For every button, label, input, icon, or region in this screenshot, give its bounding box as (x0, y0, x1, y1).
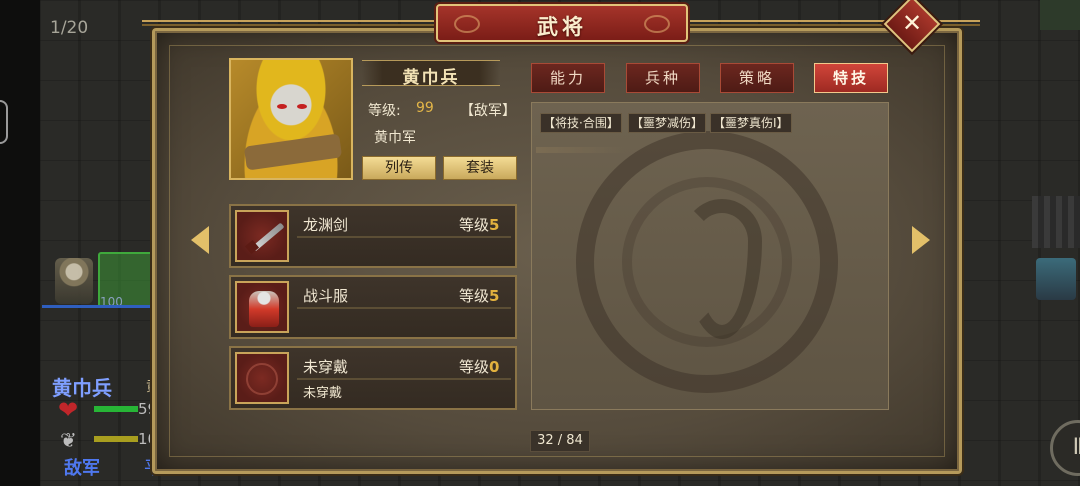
tab-strategy[interactable]: 策略 (720, 63, 794, 93)
equipment-level: 等级5 (459, 216, 500, 234)
equipment-name: 未穿戴 (303, 358, 349, 376)
level-label: 等级: (368, 103, 401, 119)
heart-icon: ❤ (58, 396, 79, 424)
skill-tag[interactable]: 【噩梦真伤Ⅰ】 (710, 113, 792, 133)
game-screen: 1/20 100 黄巾兵 黄巾 ❤ 590 ❦ 103 敌军 平 Ⅱ 武将 ✕ … (0, 0, 1080, 486)
general-portrait (229, 58, 353, 180)
side-label: 敌军 (64, 458, 100, 479)
equipment-level: 等级0 (459, 358, 500, 376)
tab-ability[interactable]: 能力 (531, 63, 605, 93)
unit-hp-bar (42, 305, 160, 308)
suit-button[interactable]: 套装 (443, 156, 517, 180)
equipment-slot-weapon[interactable]: 龙渊剑 等级5 (229, 204, 517, 268)
armor-icon (235, 281, 289, 333)
general-name-plate: 黄巾兵 (362, 60, 500, 88)
wall-decor (1032, 196, 1080, 248)
general-name: 黄巾兵 (402, 68, 460, 88)
equipment-status: 未穿戴 (303, 386, 343, 401)
unit-sprite[interactable] (55, 258, 93, 304)
equipment-slot-accessory[interactable]: 未穿戴 等级0 未穿戴 (229, 346, 517, 410)
hp-bar (94, 406, 138, 412)
equipment-level: 等级5 (459, 287, 500, 305)
equipment-slot-armor[interactable]: 战斗服 等级5 (229, 275, 517, 339)
skill-tag[interactable]: 【将技·合围】 (540, 113, 622, 133)
empty-slot-icon (235, 352, 289, 404)
feather-icon: ❦ (60, 428, 77, 452)
equipment-name: 龙渊剑 (303, 216, 349, 234)
skill-content-panel: 【将技·合围】 【噩梦减伤】 【噩梦真伤Ⅰ】 (531, 102, 889, 410)
dialog-title-plate: 武将 (436, 4, 688, 42)
level-value: 99 (416, 100, 434, 116)
tab-troop-type[interactable]: 兵种 (626, 63, 700, 93)
faction-label: 黄巾军 (374, 130, 416, 146)
biography-button[interactable]: 列传 (362, 156, 436, 180)
sword-icon (235, 210, 289, 262)
prev-general-arrow-icon[interactable] (191, 226, 209, 254)
side-badge: 【敌军】 (460, 103, 516, 119)
pagination-indicator: 32 / 84 (530, 430, 590, 452)
skill-tag[interactable]: 【噩梦减伤】 (628, 113, 707, 133)
tab-special-skill[interactable]: 特技 (814, 63, 888, 93)
close-icon[interactable]: ✕ (892, 4, 932, 44)
mp-bar (94, 436, 138, 442)
dialog-title: 武将 (537, 15, 587, 39)
next-general-arrow-icon[interactable] (912, 226, 930, 254)
side-handle[interactable] (0, 100, 8, 144)
enemy-unit-sprite[interactable] (1036, 258, 1076, 300)
screen-edge (0, 0, 40, 486)
equipment-name: 战斗服 (303, 287, 349, 305)
